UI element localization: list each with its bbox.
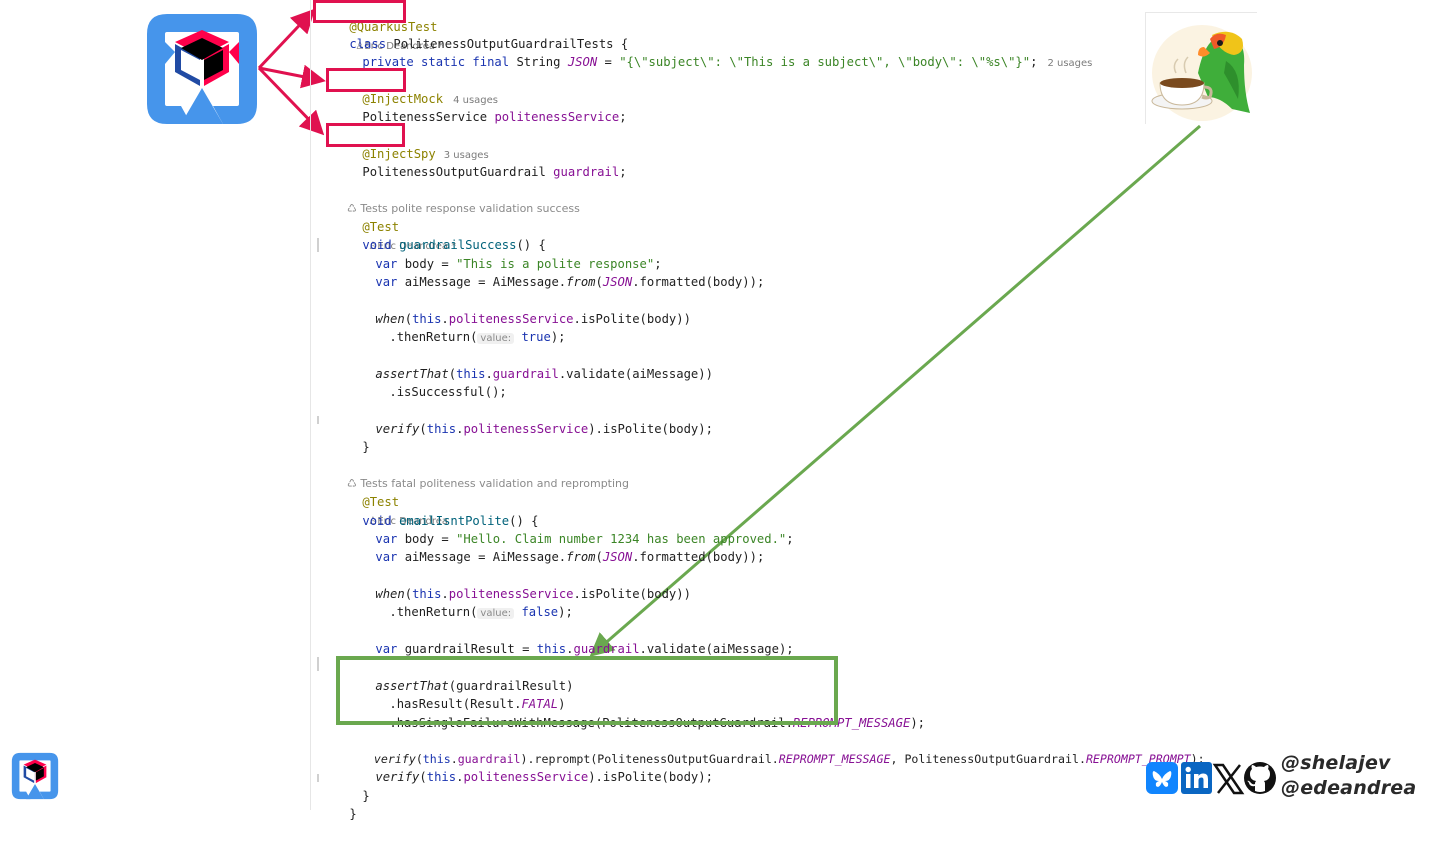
semicolon: ;: [619, 110, 627, 124]
code-text: .isPolite(body)): [573, 587, 691, 601]
code-text: ).isPolite(body);: [588, 422, 713, 436]
keyword: this: [426, 422, 457, 436]
injectspy-highlight: [326, 123, 405, 147]
code-text: .formatted(body));: [632, 275, 765, 289]
code-text: .validate(aiMessage)): [558, 367, 713, 381]
keyword: var: [375, 642, 398, 656]
code-text: .validate(aiMessage);: [639, 642, 794, 656]
field-name: guardrail: [573, 642, 640, 656]
usages-hint[interactable]: 2 usages: [1047, 58, 1092, 69]
code-text: );: [550, 330, 566, 344]
semicolon: ;: [786, 532, 794, 546]
gutter-marker: [317, 774, 319, 782]
semicolon: ;: [619, 165, 627, 179]
code-text: ).isPolite(body);: [588, 770, 713, 784]
method-call: verify: [375, 422, 420, 436]
field-name: guardrail: [553, 165, 620, 179]
type-name: PolitenessService: [362, 110, 488, 124]
social-handle-2[interactable]: @edeandrea: [1281, 777, 1416, 799]
code-line: }: [320, 787, 357, 841]
keyword: var: [375, 275, 398, 289]
gutter-marker: [317, 238, 319, 252]
code-line: verify(this.politenessService).isPolite(…: [346, 750, 713, 804]
string-literal: "{\"subject\": \"This is a subject\", \"…: [619, 55, 1031, 69]
code-text: }: [349, 807, 357, 821]
assertion-highlight: [336, 656, 838, 725]
method-call: from: [566, 275, 596, 289]
keyword: var: [375, 550, 398, 564]
quarkustest-highlight: [313, 0, 406, 23]
type-name: String: [516, 55, 561, 69]
code-text: aiMessage = AiMessage.: [397, 550, 567, 564]
semicolon: ;: [1030, 55, 1038, 69]
dot: .: [566, 642, 574, 656]
field-name: politenessService: [463, 422, 589, 436]
code-text: , PolitenessOutputGuardrail.: [890, 752, 1086, 766]
gutter-marker: [317, 416, 319, 424]
code-text: );: [910, 716, 926, 730]
code-text: .isSuccessful();: [389, 385, 507, 399]
code-text: .isPolite(body)): [573, 312, 691, 326]
bluesky-icon: [1146, 762, 1178, 794]
code-text: .formatted(body));: [632, 550, 765, 564]
code-line: verify(this.politenessService).isPolite(…: [346, 402, 713, 456]
social-icons: [1146, 760, 1278, 796]
modifiers: private static final: [362, 55, 510, 69]
gutter-marker: [317, 657, 319, 671]
injectmock-highlight: [326, 68, 406, 92]
method-call: verify: [375, 770, 420, 784]
social-handle-1[interactable]: @shelajev: [1281, 752, 1391, 774]
keyword: this: [536, 642, 567, 656]
parameter-hint: value:: [477, 333, 515, 344]
github-icon: [1244, 762, 1276, 794]
paren: (: [595, 275, 603, 289]
paren: (: [595, 550, 603, 564]
code-text: guardrailResult =: [397, 642, 537, 656]
code-text: );: [558, 605, 573, 619]
field-name: politenessService: [463, 770, 589, 784]
code-text: }: [362, 440, 370, 454]
constant-name: JSON: [602, 275, 633, 289]
parameter-hint: value:: [477, 608, 515, 619]
keyword: false: [521, 605, 559, 619]
method-call: from: [566, 550, 596, 564]
keyword: true: [521, 330, 551, 344]
type-name: PolitenessOutputGuardrail: [362, 165, 546, 179]
constant-name: REPROMPT_MESSAGE: [778, 752, 891, 766]
paren: (: [419, 770, 427, 784]
code-text: .thenReturn(: [389, 605, 478, 619]
operator: =: [597, 55, 620, 69]
linkedin-icon: [1181, 762, 1212, 794]
code-text: .thenReturn(: [389, 330, 478, 344]
constant-name: JSON: [602, 550, 633, 564]
code-text: }: [362, 789, 370, 803]
paren: (: [419, 422, 427, 436]
code-text: aiMessage = AiMessage.: [397, 275, 567, 289]
constant-name: JSON: [567, 55, 598, 69]
keyword: this: [426, 770, 457, 784]
x-icon: [1212, 763, 1245, 795]
field-name: politenessService: [494, 110, 620, 124]
